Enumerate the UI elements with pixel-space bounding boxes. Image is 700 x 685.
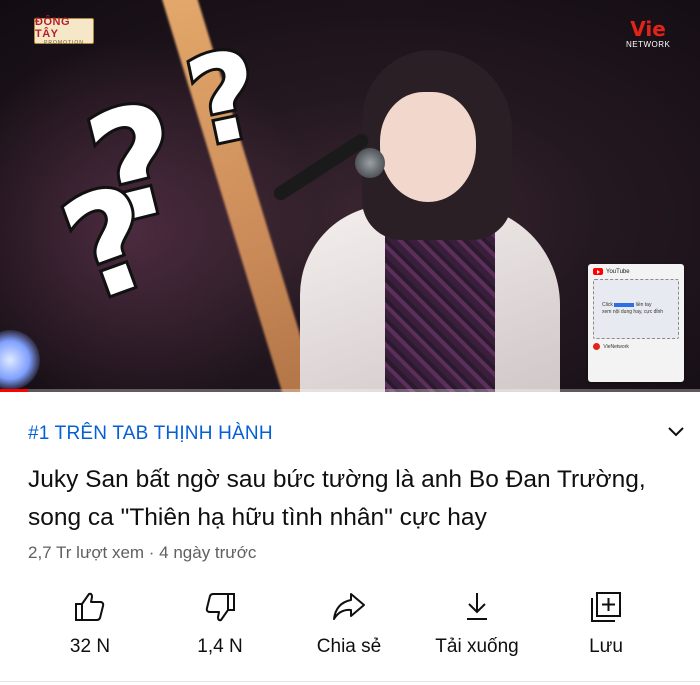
promo-line1-rest: liền tay	[635, 302, 652, 308]
promo-line2: xem nội dung hay, cực đỉnh	[602, 309, 664, 315]
chevron-down-icon	[668, 427, 684, 437]
thumbs-down-icon	[205, 593, 235, 622]
expand-description-button[interactable]	[664, 420, 688, 444]
promo-channel: VieNetwork	[603, 343, 629, 350]
section-divider	[0, 681, 700, 682]
share-label: Chia sẻ	[316, 636, 382, 657]
logo-right-text: Vie	[630, 17, 666, 41]
video-player[interactable]: ? ? ? ĐÔNG TÂY PROMOTION Vie NETWORK You…	[0, 0, 700, 392]
download-icon	[467, 593, 487, 620]
promo-line1: Click	[602, 302, 613, 308]
dislike-count: 1,4 N	[197, 636, 243, 657]
share-button[interactable]: Chia sẻ	[289, 588, 409, 660]
like-count: 32 N	[69, 636, 111, 657]
video-title: Juky San bất ngờ sau bức tường là anh Bo…	[28, 466, 646, 531]
thumbs-up-icon	[75, 592, 105, 621]
youtube-icon	[593, 268, 603, 275]
trending-badge[interactable]: #1 TRÊN TAB THỊNH HÀNH	[28, 423, 273, 445]
promo-app-name: YouTube	[606, 268, 630, 275]
video-progress-track[interactable]	[0, 389, 700, 392]
save-label: Lưu	[589, 636, 623, 657]
subscribe-promo-card: YouTube Click liền tay xem nội dung hay,…	[588, 264, 684, 382]
save-button[interactable]: Lưu	[546, 588, 666, 660]
channel-avatar	[593, 343, 600, 350]
dislike-button[interactable]: 1,4 N	[160, 588, 280, 660]
logo-right-subtext: NETWORK	[626, 40, 671, 49]
download-button[interactable]: Tải xuống	[417, 588, 537, 660]
share-icon	[333, 593, 365, 620]
video-progress-fill	[0, 389, 28, 392]
vie-network-logo: Vie NETWORK	[626, 18, 670, 50]
action-bar: 32 N 1,4 N Chia sẻ Tải xuống Lưu	[0, 588, 700, 660]
microphone-head	[355, 148, 385, 178]
playlist-add-icon	[591, 592, 621, 622]
promo-message-box: Click liền tay xem nội dung hay, cực đỉn…	[593, 279, 679, 339]
logo-left-text: ĐÔNG TÂY	[35, 15, 70, 40]
video-meta: 2,7 Tr lượt xem · 4 ngày trước	[28, 543, 257, 562]
logo-left-subtext: PROMOTION	[44, 39, 84, 46]
promo-highlight	[614, 302, 635, 307]
download-label: Tải xuống	[435, 636, 519, 657]
like-button[interactable]: 32 N	[30, 588, 150, 660]
dong-tay-logo: ĐÔNG TÂY PROMOTION	[34, 15, 94, 46]
singer-face	[380, 92, 476, 202]
